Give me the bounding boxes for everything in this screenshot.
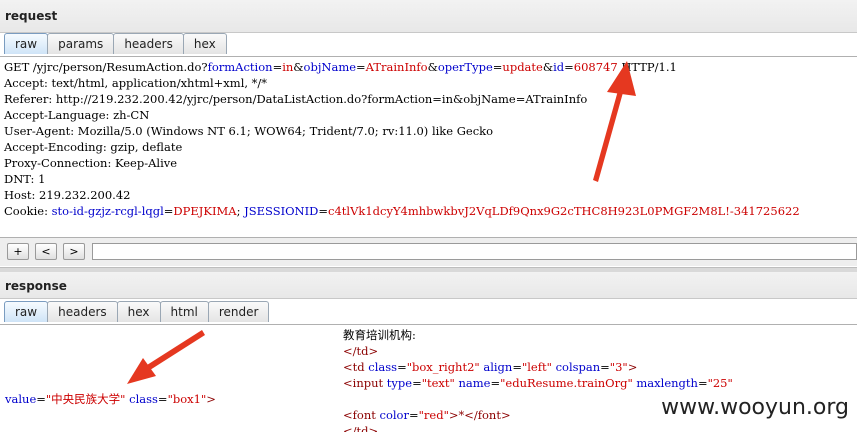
attr-name: align	[479, 360, 513, 374]
tab-request-headers[interactable]: headers	[113, 33, 184, 54]
cookie-prefix: Cookie:	[4, 204, 52, 218]
attr-value: "text"	[421, 376, 455, 390]
cookie-key: JSESSIONID	[244, 204, 319, 218]
param-key-id: id	[553, 60, 565, 74]
attr-value: "eduResume.trainOrg"	[500, 376, 633, 390]
attr-value: "box1"	[167, 392, 207, 406]
request-panel-header: request	[0, 0, 857, 33]
tag-close: >	[206, 392, 216, 406]
cookie-sep: ;	[236, 204, 245, 218]
tab-response-headers[interactable]: headers	[47, 301, 118, 322]
attr-eq: =	[36, 392, 46, 406]
attr-value: "red"	[418, 408, 449, 422]
add-button[interactable]: +	[7, 243, 29, 260]
header-host: Host: 219.232.200.42	[4, 188, 131, 202]
attr-name: type	[386, 376, 413, 390]
param-eq: =	[564, 60, 574, 74]
cookie-eq: =	[163, 204, 174, 218]
arrow-pointing-id-annotation	[593, 61, 636, 182]
param-eq: =	[272, 60, 283, 74]
param-value: update	[502, 60, 543, 74]
attr-name: class	[125, 392, 158, 406]
tab-response-render[interactable]: render	[207, 301, 270, 322]
attr-value: "3"	[609, 360, 628, 374]
attr-eq: =	[157, 392, 168, 406]
param-key: operType	[437, 60, 493, 74]
attr-name: class	[368, 360, 398, 374]
request-panel-title: request	[5, 9, 58, 23]
response-label-text: 教育培训机构:	[343, 328, 416, 342]
header-cookie: Cookie: sto-id-gzjz-rcgl-lqgl=DPEJKIMA; …	[4, 203, 857, 219]
tab-response-raw[interactable]: raw	[4, 301, 49, 322]
response-panel-header: response	[0, 272, 857, 299]
search-input[interactable]	[92, 243, 857, 260]
cookie-value: c4tlVk1dcyY4mhbwkbvJ2VqLDf9Qnx9G2cTHC8H9…	[328, 204, 800, 218]
attr-eq: =	[697, 376, 708, 390]
tag-open: <td	[343, 360, 369, 374]
header-user-agent: User-Agent: Mozilla/5.0 (Windows NT 6.1;…	[4, 124, 494, 138]
response-panel-title: response	[5, 279, 67, 293]
param-value: in	[282, 60, 294, 74]
request-nav-bar: + < >	[0, 238, 857, 266]
header-referer: Referer: http://219.232.200.42/yjrc/pers…	[4, 92, 588, 106]
tag-open: <input	[343, 376, 387, 390]
response-input-tag: <input type="text" name="eduResume.train…	[343, 375, 857, 391]
header-proxy-connection: Proxy-Connection: Keep-Alive	[4, 156, 178, 170]
tab-request-hex[interactable]: hex	[182, 33, 227, 54]
attr-name: name	[454, 376, 491, 390]
arrow-shaft	[147, 330, 205, 370]
attr-name: value	[5, 392, 37, 406]
param-key: objName	[303, 60, 357, 74]
tab-request-raw[interactable]: raw	[4, 33, 49, 54]
attr-name: colspan	[551, 360, 601, 374]
param-amp: &	[542, 60, 554, 74]
header-accept-language: Accept-Language: zh-CN	[4, 108, 150, 122]
param-amp: &	[293, 60, 304, 74]
cookie-value: DPEJKIMA	[173, 204, 237, 218]
attr-value: "25"	[707, 376, 733, 390]
header-accept: Accept: text/html, application/xhtml+xml…	[4, 76, 268, 90]
response-td-close-2: </td>	[343, 424, 379, 432]
response-tabs: raw headers hex html render	[4, 301, 270, 323]
attr-name: maxlength	[632, 376, 698, 390]
param-eq: =	[356, 60, 366, 74]
request-raw-editor[interactable]: GET /yjrc/person/ResumAction.do?formActi…	[0, 56, 857, 238]
tag-open: <font	[343, 408, 380, 422]
tab-request-params[interactable]: params	[47, 33, 115, 54]
attr-eq: =	[408, 408, 419, 422]
attr-value: "left"	[521, 360, 552, 374]
request-line: GET /yjrc/person/ResumAction.do?formActi…	[4, 59, 857, 75]
tag-close: >	[627, 360, 638, 374]
watermark-text: www.wooyun.org	[661, 395, 849, 420]
cookie-key: sto-id-gzjz-rcgl-lqgl	[51, 204, 164, 218]
request-line-prefix: GET /yjrc/person/ResumAction.do?	[4, 60, 208, 74]
next-button[interactable]: >	[63, 243, 85, 260]
param-value: ATrainInfo	[365, 60, 428, 74]
cookie-eq: =	[318, 204, 329, 218]
previous-button[interactable]: <	[35, 243, 57, 260]
attr-eq: =	[490, 376, 501, 390]
attr-value: "box_right2"	[406, 360, 480, 374]
attr-eq: =	[600, 360, 610, 374]
arrow-head	[127, 358, 156, 384]
attr-eq: =	[512, 360, 522, 374]
response-td-open: <td class="box_right2" align="left" cols…	[343, 359, 857, 375]
tab-response-hex[interactable]: hex	[116, 301, 161, 322]
tab-response-html[interactable]: html	[159, 301, 209, 322]
request-tabs: raw params headers hex	[4, 33, 227, 55]
attr-eq: =	[397, 360, 407, 374]
header-dnt: DNT: 1	[4, 172, 46, 186]
param-key: formAction	[207, 60, 273, 74]
attr-eq: =	[412, 376, 422, 390]
param-amp: &	[427, 60, 438, 74]
header-accept-encoding: Accept-Encoding: gzip, deflate	[4, 140, 183, 154]
arrow-pointing-value-annotation	[127, 330, 205, 384]
arrow-shaft	[593, 87, 624, 182]
attr-value-school: "中央民族大学"	[45, 392, 126, 406]
arrow-head	[607, 61, 636, 96]
response-td-close: </td>	[343, 344, 379, 358]
param-eq: =	[492, 60, 503, 74]
tag-close: >*</font>	[448, 408, 511, 422]
attr-name: color	[379, 408, 409, 422]
